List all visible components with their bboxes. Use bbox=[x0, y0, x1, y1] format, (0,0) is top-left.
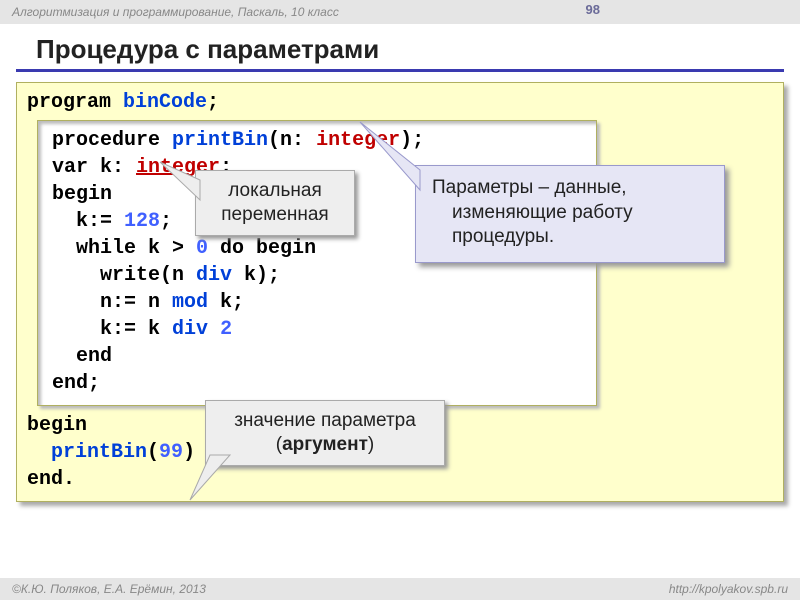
top-bar: Алгоритмизация и программирование, Паска… bbox=[0, 0, 800, 24]
end-proc: end; bbox=[52, 370, 586, 397]
callout-local-tail bbox=[160, 160, 220, 200]
slide-title: Процедура с параметрами bbox=[16, 24, 784, 72]
assign-k2: k:= k div 2 bbox=[52, 316, 586, 343]
course-title: Алгоритмизация и программирование, Паска… bbox=[12, 5, 339, 19]
footer: ©К.Ю. Поляков, Е.А. Ерёмин, 2013 http://… bbox=[0, 578, 800, 600]
footer-url: http://kpolyakov.spb.ru bbox=[669, 582, 788, 596]
code-line-program: program binCode; bbox=[27, 89, 773, 116]
callout-parameters: Параметры – данные, изменяющие работу пр… bbox=[415, 165, 725, 263]
footer-authors: ©К.Ю. Поляков, Е.А. Ерёмин, 2013 bbox=[12, 582, 206, 596]
main-end: end. bbox=[27, 466, 773, 493]
callout-parameters-tail bbox=[360, 122, 440, 182]
end-inner: end bbox=[52, 343, 586, 370]
callout-argument-tail bbox=[190, 455, 240, 505]
proc-decl: procedure printBin(n: integer); bbox=[52, 127, 586, 154]
page-number: 98 bbox=[586, 2, 600, 17]
assign-n: n:= n mod k; bbox=[52, 289, 586, 316]
callout-argument: значение параметра (аргумент) bbox=[205, 400, 445, 466]
write: write(n div k); bbox=[52, 262, 586, 289]
